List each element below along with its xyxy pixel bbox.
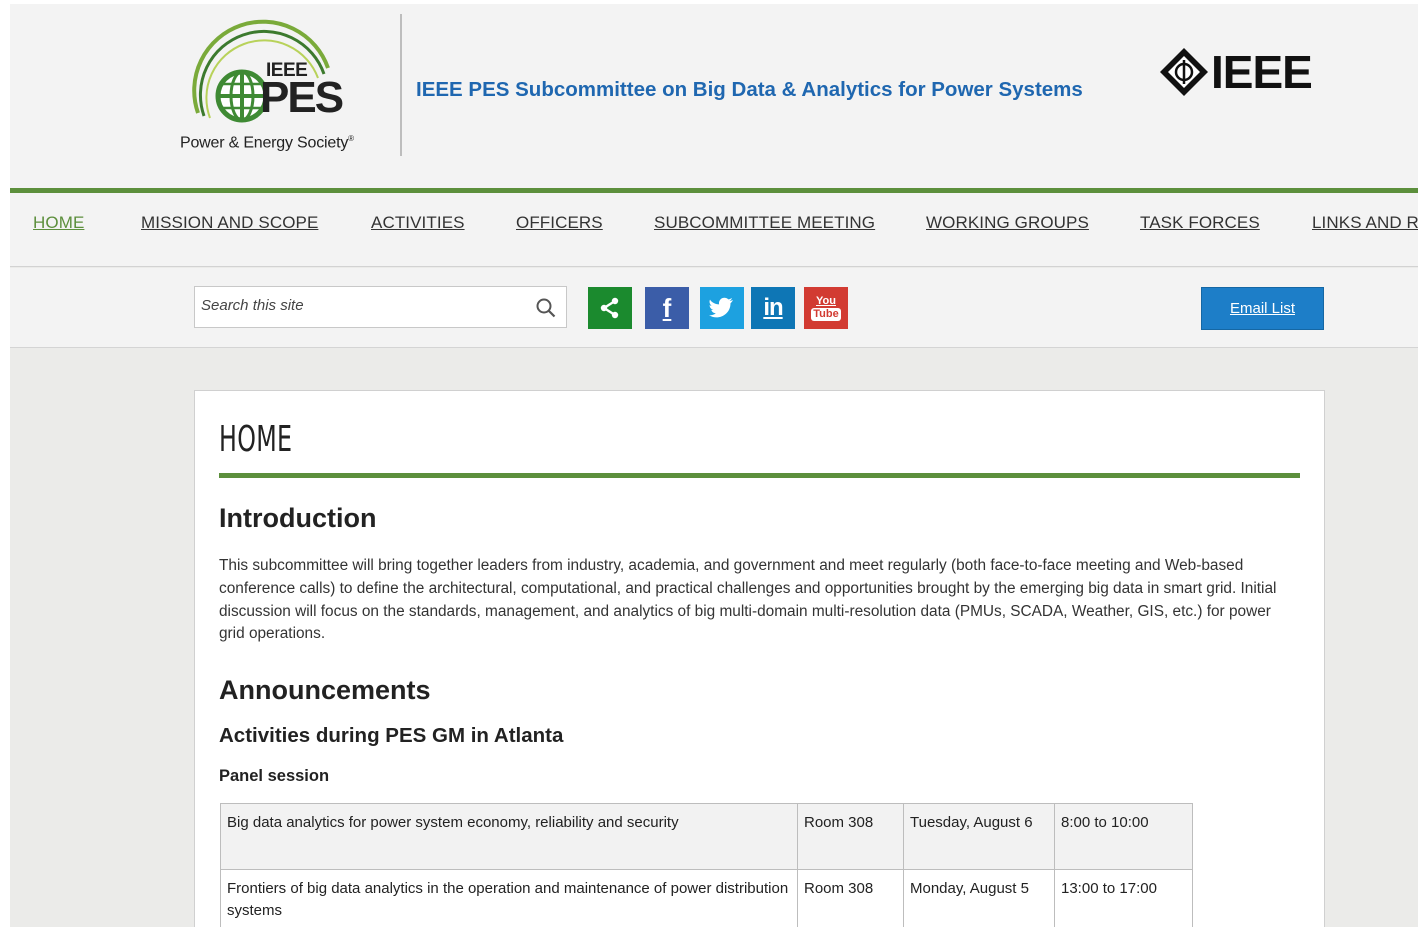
- registered-mark: ®: [348, 134, 354, 143]
- session-date: Tuesday, August 6: [903, 803, 1055, 870]
- main-nav: HOME MISSION AND SCOPE ACTIVITIES OFFICE…: [10, 193, 1418, 267]
- page-frame: IEEE PES Power & Energy Society® IEEE PE…: [10, 4, 1418, 927]
- site-title[interactable]: IEEE PES Subcommittee on Big Data & Anal…: [416, 78, 1083, 102]
- twitter-icon: [709, 297, 733, 318]
- share-button[interactable]: [588, 287, 632, 329]
- session-room: Room 308: [797, 869, 904, 927]
- title-rule: [219, 473, 1300, 478]
- table-row: Frontiers of big data analytics in the o…: [220, 869, 1193, 927]
- announcements-heading: Announcements: [219, 675, 431, 705]
- youtube-icon-bottom: Tube: [811, 307, 841, 321]
- nav-home[interactable]: HOME: [33, 213, 84, 233]
- youtube-icon-top: You: [816, 294, 836, 307]
- session-date: Monday, August 5: [903, 869, 1055, 927]
- table-row: Big data analytics for power system econ…: [220, 803, 1193, 870]
- email-list-button[interactable]: Email List: [1201, 287, 1324, 330]
- introduction-heading: Introduction: [219, 503, 377, 533]
- content-card: HOME Introduction This subcommittee will…: [194, 390, 1325, 927]
- page-title: HOME: [219, 419, 293, 460]
- youtube-icon: You Tube: [811, 294, 841, 321]
- youtube-button[interactable]: You Tube: [804, 287, 848, 329]
- search-icon[interactable]: [535, 297, 557, 319]
- panel-session-heading: Panel session: [219, 767, 330, 785]
- session-time: 8:00 to 10:00: [1054, 803, 1193, 870]
- nav-mission-and-scope[interactable]: MISSION AND SCOPE: [141, 213, 318, 233]
- linkedin-button[interactable]: in: [751, 287, 795, 329]
- search-input[interactable]: [201, 297, 521, 314]
- nav-subcommittee-meeting[interactable]: SUBCOMMITTEE MEETING: [654, 213, 875, 233]
- nav-officers[interactable]: OFFICERS: [516, 213, 603, 233]
- pes-logo-pes-word: PES: [260, 73, 344, 122]
- site-header: IEEE PES Power & Energy Society® IEEE PE…: [10, 4, 1418, 188]
- nav-working-groups[interactable]: WORKING GROUPS: [926, 213, 1089, 233]
- ieee-brand-text: IEEE: [1211, 46, 1313, 98]
- session-room: Room 308: [797, 803, 904, 870]
- pes-logo-caption: Power & Energy Society®: [180, 134, 354, 152]
- share-icon: [600, 297, 619, 319]
- facebook-button[interactable]: f: [645, 287, 689, 329]
- nav-activities[interactable]: ACTIVITIES: [371, 213, 465, 233]
- search-box: [194, 286, 567, 328]
- pes-caption-text: Power & Energy Society: [180, 134, 349, 152]
- panel-sessions-table: Big data analytics for power system econ…: [220, 803, 1193, 927]
- toolbar: f in You Tube Email List: [10, 268, 1418, 348]
- activities-heading: Activities during PES GM in Atlanta: [219, 724, 564, 747]
- session-title: Big data analytics for power system econ…: [220, 803, 798, 870]
- session-title: Frontiers of big data analytics in the o…: [220, 869, 798, 927]
- nav-links-and-resources[interactable]: LINKS AND R: [1312, 213, 1418, 233]
- introduction-text: This subcommittee will bring together le…: [219, 557, 1277, 643]
- twitter-button[interactable]: [700, 287, 744, 329]
- facebook-icon: f: [662, 292, 672, 323]
- nav-task-forces[interactable]: TASK FORCES: [1140, 213, 1260, 233]
- session-time: 13:00 to 17:00: [1054, 869, 1193, 927]
- header-divider: [400, 14, 402, 156]
- linkedin-icon: in: [763, 294, 783, 321]
